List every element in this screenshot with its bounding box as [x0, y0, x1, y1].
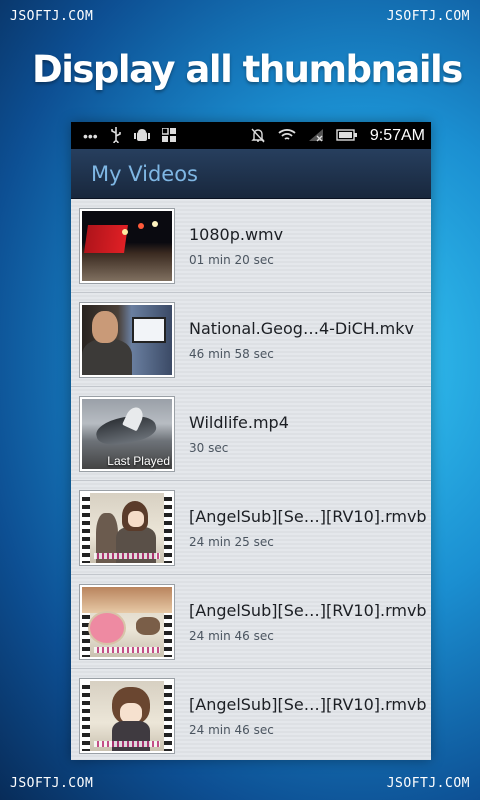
watermark-bottom-right: JSOFTJ.COM [386, 776, 470, 791]
video-title: 1080p.wmv [189, 224, 284, 244]
silent-icon [250, 127, 266, 145]
apps-icon [160, 126, 176, 144]
video-duration: 24 min 25 sec [189, 534, 274, 549]
watermark-top-right: JSOFTJ.COM [386, 9, 470, 24]
clock: 9:57AM [369, 126, 425, 144]
video-duration: 46 min 58 sec [189, 346, 274, 361]
video-item[interactable]: [AngelSub][Se…][RV10].rmvb 24 min 46 sec [71, 575, 431, 669]
status-bar: ••• 9:57AM [71, 122, 431, 149]
video-title: National.Geog…4-DiCH.mkv [189, 318, 414, 338]
last-played-badge: Last Played [107, 453, 170, 468]
video-duration: 24 min 46 sec [189, 628, 274, 643]
video-item[interactable]: 1080p.wmv 01 min 20 sec [71, 199, 431, 293]
video-title: [AngelSub][Se…][RV10].rmvb [189, 506, 427, 526]
video-item[interactable]: [AngelSub][Se…][RV10].rmvb 24 min 25 sec [71, 481, 431, 575]
no-signal-icon [308, 128, 324, 144]
action-bar: My Videos [71, 149, 431, 199]
video-item[interactable]: National.Geog…4-DiCH.mkv 46 min 58 sec [71, 293, 431, 387]
watermark-bottom-left: JSOFTJ.COM [10, 776, 94, 791]
video-title: [AngelSub][Se…][RV10].rmvb [189, 600, 427, 620]
watermark-top-left: JSOFTJ.COM [10, 9, 94, 24]
battery-icon [336, 128, 358, 143]
video-thumbnail [79, 489, 175, 566]
video-item[interactable]: Last Played Wildlife.mp4 30 sec [71, 387, 431, 481]
phone-screen: ••• 9:57AM My Videos 1080p.wmv 01 min 20… [71, 122, 431, 760]
promo-headline: Display all thumbnails [32, 48, 463, 91]
page-title: My Videos [91, 161, 198, 186]
wifi-icon [278, 128, 296, 144]
video-title: Wildlife.mp4 [189, 412, 289, 432]
video-thumbnail [79, 301, 175, 378]
more-dots-icon: ••• [83, 127, 98, 144]
video-thumbnail [79, 207, 175, 284]
video-duration: 01 min 20 sec [189, 252, 274, 267]
video-thumbnail [79, 677, 175, 754]
video-list[interactable]: 1080p.wmv 01 min 20 sec National.Geog…4-… [71, 199, 431, 760]
video-duration: 24 min 46 sec [189, 722, 274, 737]
video-title: [AngelSub][Se…][RV10].rmvb [189, 694, 427, 714]
video-thumbnail [79, 583, 175, 660]
android-debug-icon [133, 127, 150, 145]
video-item[interactable]: [AngelSub][Se…][RV10].rmvb 24 min 46 sec [71, 669, 431, 760]
usb-icon [110, 126, 122, 146]
video-thumbnail: Last Played [79, 395, 175, 472]
video-duration: 30 sec [189, 440, 229, 455]
